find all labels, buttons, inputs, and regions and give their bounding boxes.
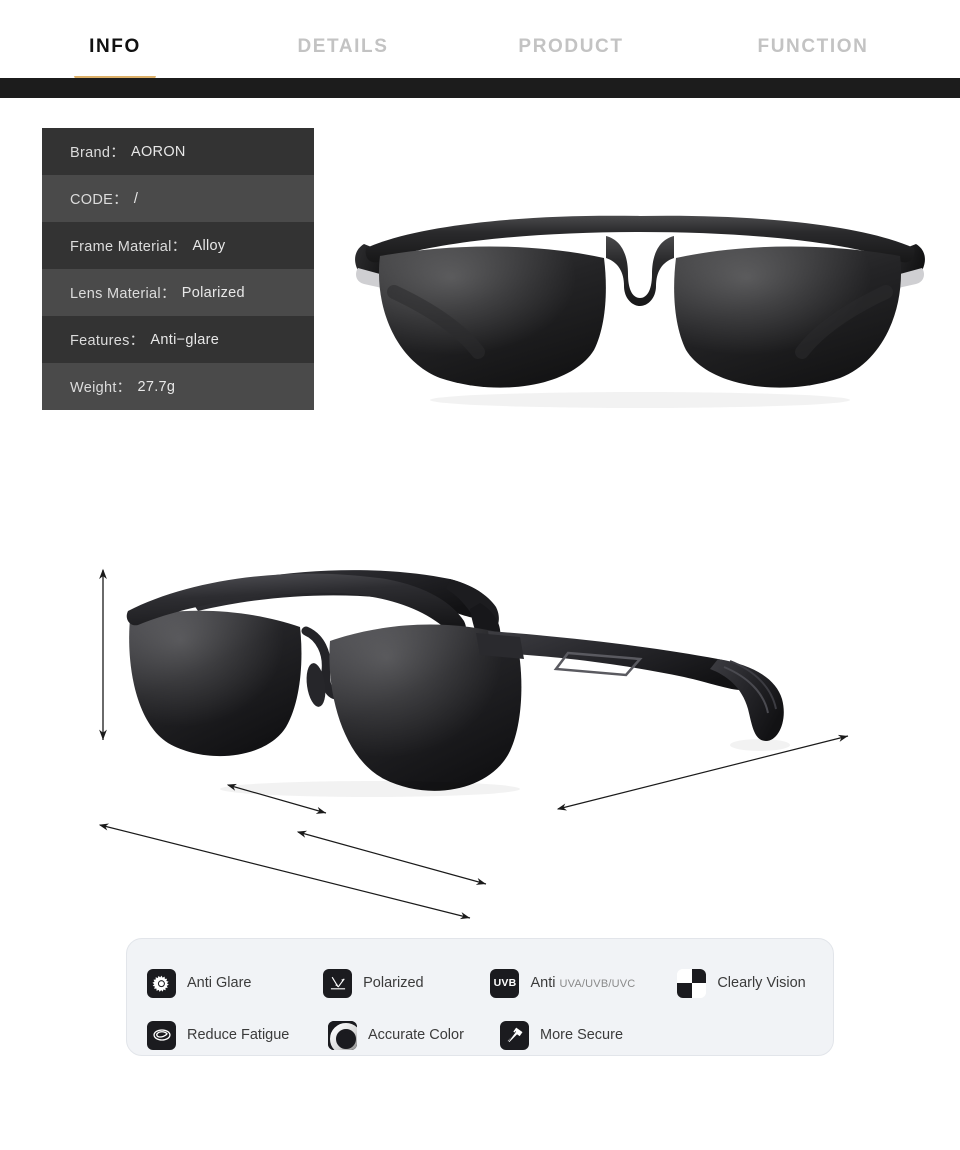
tab-function[interactable]: FUNCTION	[686, 34, 940, 58]
spec-row-code: CODE： /	[42, 175, 314, 222]
spec-row-features: Features： Anti−glare	[42, 316, 314, 363]
tab-function-label: FUNCTION	[757, 36, 869, 57]
feature-anti-uv[interactable]: UVB Anti UVA/UVB/UVC	[490, 957, 677, 1009]
spec-value-features: Anti−glare	[150, 331, 220, 348]
spec-row-lens-material: Lens Material： Polarized	[42, 269, 314, 316]
feature-more-secure-label: More Secure	[540, 1027, 624, 1043]
uvb-badge-text: UVB	[493, 977, 517, 989]
spec-value-code: /	[133, 190, 139, 207]
feature-reduce-fatigue[interactable]: Reduce Fatigue	[147, 1009, 328, 1061]
feature-row-2: Reduce Fatigue Accurate Color More Secur…	[147, 1009, 833, 1061]
spec-label-code: CODE：	[70, 192, 128, 208]
feature-more-secure[interactable]: More Secure	[500, 1009, 692, 1061]
eye-swirl-icon	[147, 1020, 176, 1050]
tab-bar: INFO DETAILS PRODUCT FUNCTION	[0, 0, 960, 90]
spec-label-frame-material: Frame Material：	[70, 239, 187, 255]
feature-row-1: Anti Glare Polarized UVB Anti UVA/UVB/UV…	[147, 957, 833, 1009]
tab-product-label: PRODUCT	[518, 36, 624, 57]
spec-value-frame-material: Alloy	[192, 237, 226, 254]
hammer-icon	[500, 1020, 529, 1050]
spec-label-weight: Weight：	[70, 380, 132, 396]
feature-list-panel: Anti Glare Polarized UVB Anti UVA/UVB/UV…	[126, 938, 834, 1056]
sun-glare-icon	[147, 968, 176, 998]
product-angle-view-image	[120, 545, 820, 800]
color-ring-icon	[328, 1020, 357, 1050]
feature-anti-glare[interactable]: Anti Glare	[147, 957, 323, 1009]
specification-table: Brand： AORON CODE： / Frame Material： All…	[42, 128, 314, 410]
uvb-badge-icon: UVB	[490, 968, 520, 998]
spec-row-brand: Brand： AORON	[42, 128, 314, 175]
spec-label-brand: Brand：	[70, 145, 125, 161]
feature-accurate-color[interactable]: Accurate Color	[328, 1009, 500, 1061]
product-detail-page: INFO DETAILS PRODUCT FUNCTION Brand： AOR…	[0, 0, 960, 1150]
spec-row-weight: Weight： 27.7g	[42, 363, 314, 410]
feature-anti-uv-sub: UVA/UVB/UVC	[559, 978, 636, 990]
tab-bar-dark-band	[0, 78, 960, 98]
feature-accurate-color-label: Accurate Color	[368, 1027, 464, 1043]
feature-clearly-vision[interactable]: Clearly Vision	[677, 957, 833, 1009]
feature-grid: Anti Glare Polarized UVB Anti UVA/UVB/UV…	[127, 939, 833, 1055]
tab-details-label: DETAILS	[297, 36, 389, 57]
feature-anti-glare-label: Anti Glare	[187, 975, 252, 991]
feature-anti-uv-label: Anti UVA/UVB/UVC	[530, 975, 635, 991]
feature-polarized[interactable]: Polarized	[323, 957, 490, 1009]
tab-list: INFO DETAILS PRODUCT FUNCTION	[0, 34, 960, 90]
tab-info[interactable]: INFO	[0, 34, 230, 90]
spec-label-features: Features：	[70, 333, 145, 349]
spec-value-brand: AORON	[131, 143, 186, 160]
spec-value-weight: 27.7g	[137, 378, 176, 395]
checkerboard-icon	[677, 968, 707, 998]
tab-product[interactable]: PRODUCT	[456, 34, 686, 58]
tab-info-label: INFO	[89, 36, 141, 57]
spec-label-lens-material: Lens Material：	[70, 286, 176, 302]
feature-reduce-fatigue-label: Reduce Fatigue	[187, 1027, 290, 1043]
spec-value-lens-material: Polarized	[181, 284, 245, 301]
feature-polarized-label: Polarized	[363, 975, 424, 991]
feature-anti-uv-prefix: Anti	[530, 975, 560, 991]
spec-row-frame-material: Frame Material： Alloy	[42, 222, 314, 269]
tab-details[interactable]: DETAILS	[230, 34, 456, 58]
feature-clearly-vision-label: Clearly Vision	[717, 975, 806, 991]
polarized-icon	[323, 968, 353, 998]
product-front-view-image	[350, 200, 930, 420]
